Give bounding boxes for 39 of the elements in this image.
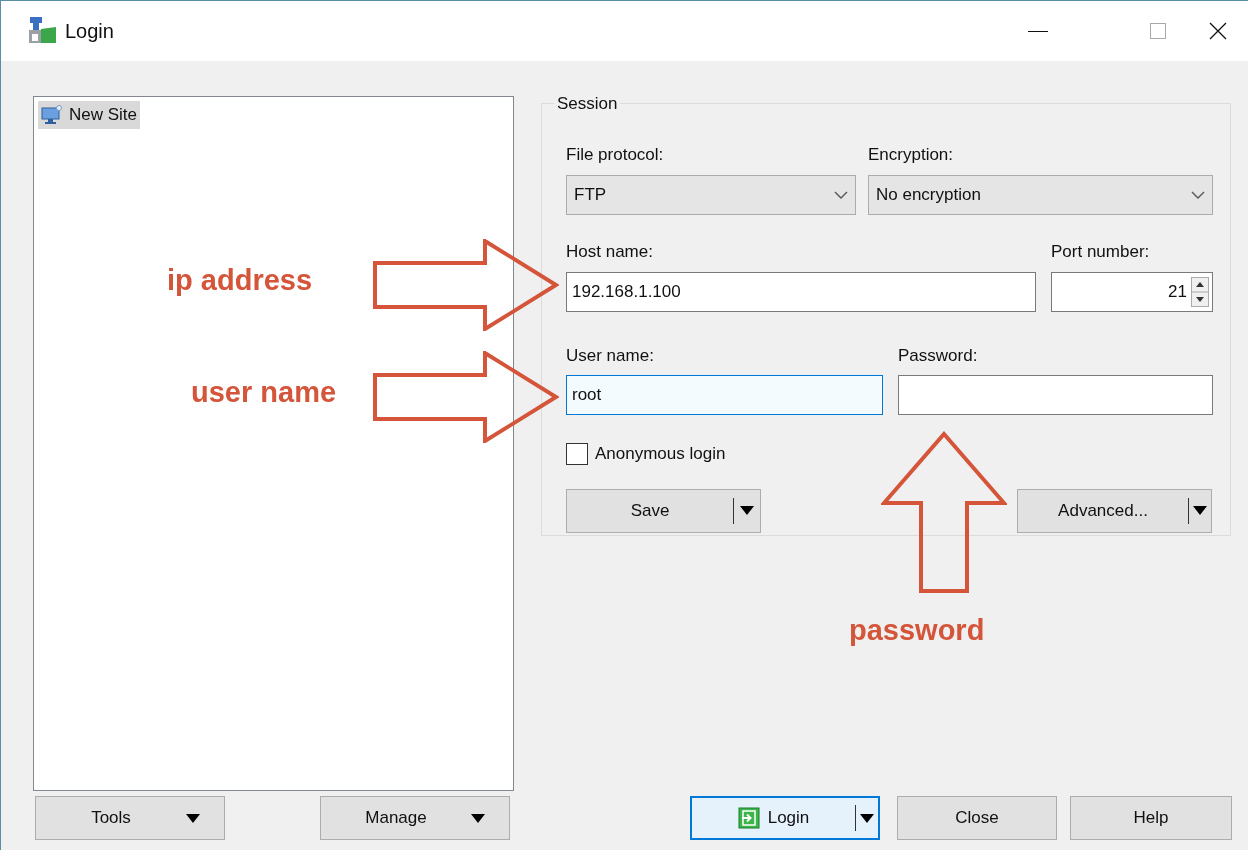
dialog-button[interactable]: Close xyxy=(897,796,1057,840)
field-label: Port number: xyxy=(1051,241,1151,263)
input-field[interactable]: root xyxy=(566,375,883,415)
field-label: User name: xyxy=(566,344,655,367)
split-button[interactable]: Save xyxy=(566,488,761,533)
field-label: Host name: xyxy=(566,241,654,263)
caret-icon xyxy=(1193,506,1207,515)
annotation-label: user name xyxy=(191,375,337,410)
menu-button[interactable]: Manage xyxy=(320,796,510,840)
site-item[interactable]: New Site xyxy=(38,101,141,129)
checkbox-label: Anonymous login xyxy=(595,443,726,465)
field-label: Password: xyxy=(898,344,979,367)
annotation-label: password xyxy=(849,613,985,648)
checkbox[interactable] xyxy=(566,442,588,465)
menu-button[interactable]: Tools xyxy=(35,796,225,840)
dropdown[interactable]: No encryption xyxy=(868,175,1213,215)
annotation-label: ip address xyxy=(167,263,313,298)
close-icon xyxy=(1209,22,1227,40)
input-field[interactable]: 192.168.1.100 xyxy=(566,271,1036,312)
login-icon xyxy=(737,807,760,829)
caret-icon xyxy=(471,813,485,823)
group-title: Session xyxy=(556,93,619,115)
split-button[interactable]: Advanced... xyxy=(1017,488,1212,533)
chevron-down-icon xyxy=(1191,191,1205,199)
field-label: Encryption: xyxy=(868,143,955,166)
split-button[interactable]: Login xyxy=(690,796,880,840)
input-field[interactable] xyxy=(898,375,1213,415)
field-label: File protocol: xyxy=(566,143,665,166)
caret-icon xyxy=(860,813,874,823)
dropdown[interactable]: FTP xyxy=(566,175,856,215)
spinner-icon xyxy=(1191,276,1209,307)
caret-icon xyxy=(186,813,200,823)
window-title: Login xyxy=(65,19,114,44)
caret-icon xyxy=(740,506,754,515)
number-field[interactable]: 21 xyxy=(1051,271,1213,312)
app-icon xyxy=(27,17,57,45)
monitor-icon xyxy=(41,105,63,125)
chevron-down-icon xyxy=(834,191,848,199)
dialog-button[interactable]: Help xyxy=(1070,796,1232,840)
